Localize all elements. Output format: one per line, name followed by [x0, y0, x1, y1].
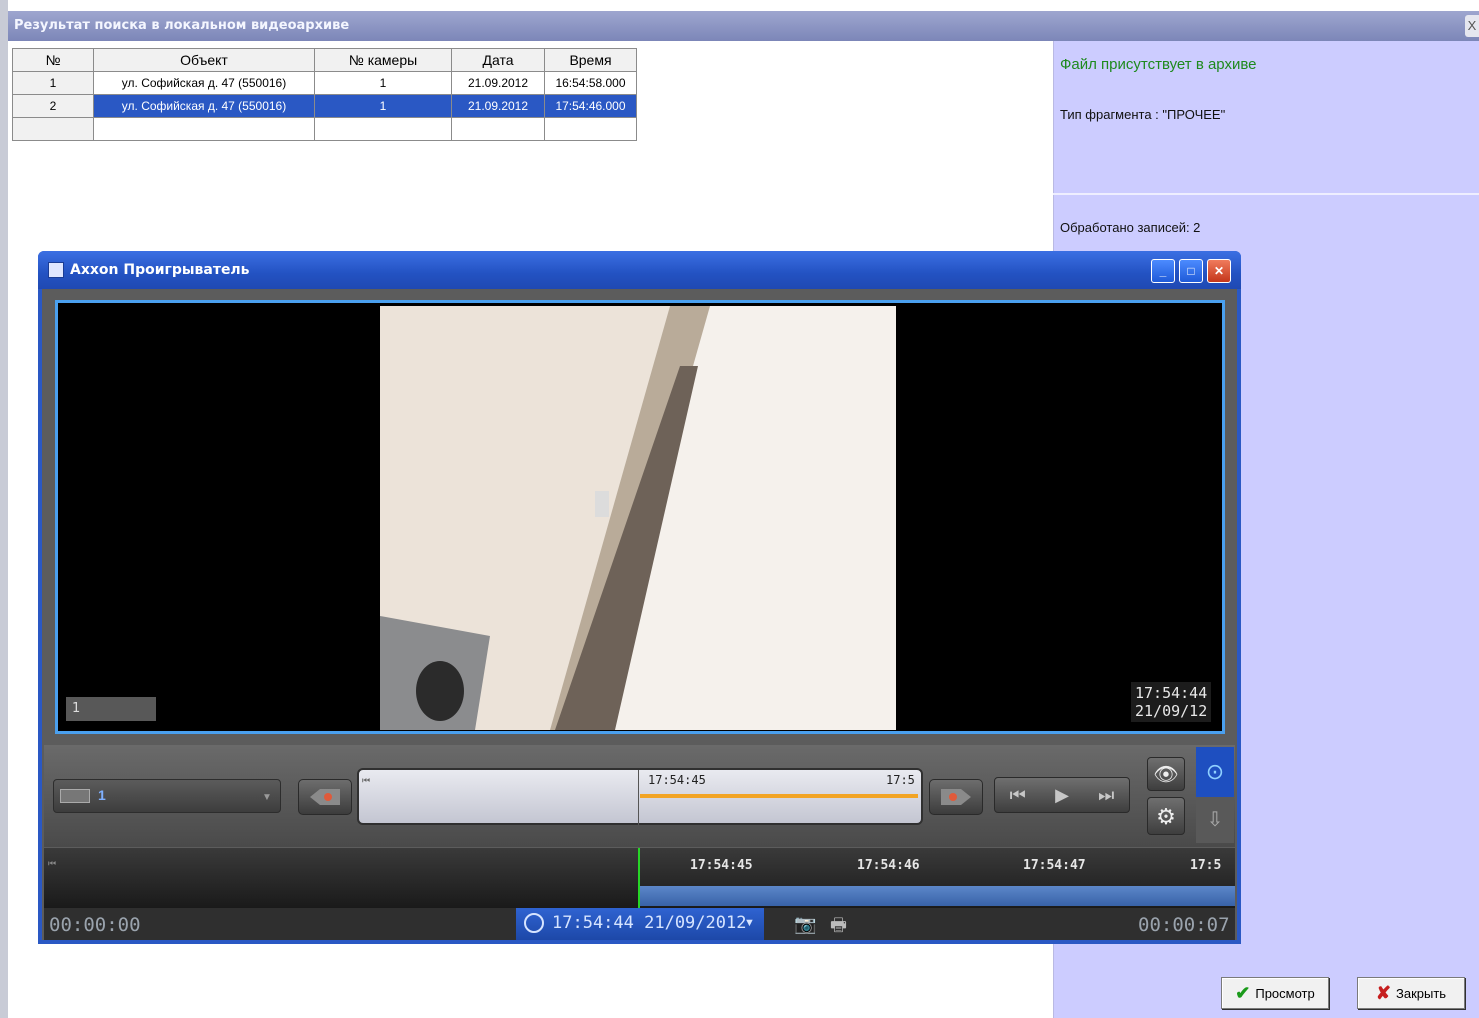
skip-to-start-icon[interactable]: ⏮	[362, 775, 370, 786]
chevron-down-icon: ▼	[262, 792, 272, 803]
camera-video-image	[380, 306, 896, 730]
checkmark-icon: ✔	[1235, 982, 1251, 1003]
next-event-button[interactable]	[929, 779, 983, 815]
previous-event-icon	[310, 789, 340, 805]
row-date[interactable]: 21.09.2012	[451, 71, 545, 95]
maximize-icon[interactable]: □	[1179, 259, 1203, 283]
window-title: Результат поиска в локальном видеоархиве	[8, 11, 1479, 41]
row-time[interactable]	[544, 117, 637, 141]
camera-icon	[60, 789, 90, 803]
header-object[interactable]: Объект	[93, 48, 315, 72]
main-timeline-recording	[638, 886, 1235, 906]
play-icon[interactable]: ▶	[1055, 785, 1069, 806]
row-num[interactable]: 1	[12, 71, 94, 95]
table-row-selected[interactable]: 2 ул. Софийская д. 47 (550016) 1 21.09.2…	[12, 94, 637, 118]
mini-timeline-cursor[interactable]	[638, 770, 639, 825]
playback-controls: ⏮ ▶ ⏭	[994, 777, 1130, 813]
timeline-tick-label: 17:54:45	[690, 858, 753, 873]
snapshot-camera-icon[interactable]: 📷	[794, 914, 816, 935]
mini-timeline-time: 17:54:45	[648, 773, 706, 787]
minimize-icon[interactable]: _	[1151, 259, 1175, 283]
table-row[interactable]: 1 ул. Софийская д. 47 (550016) 1 21.09.2…	[12, 71, 637, 95]
results-table: № Объект № камеры Дата Время 1 ул. Софий…	[12, 48, 637, 141]
close-button-label: Закрыть	[1396, 985, 1447, 1001]
row-camera[interactable]	[314, 117, 452, 141]
video-overlay-time: 17:54:44	[1135, 684, 1208, 702]
print-icon[interactable]: 🖶	[830, 913, 847, 943]
row-object[interactable]: ул. Софийская д. 47 (550016)	[93, 71, 315, 95]
video-timestamp-overlay: 17:54:44 21/09/12	[1131, 682, 1211, 722]
header-camera[interactable]: № камеры	[314, 48, 452, 72]
cross-icon: ✘	[1375, 982, 1391, 1003]
row-object[interactable]	[93, 117, 315, 141]
mini-timeline-recording	[640, 794, 918, 798]
row-time[interactable]: 16:54:58.000	[544, 71, 637, 95]
row-date[interactable]	[451, 117, 545, 141]
time-start: 00:00:00	[49, 914, 141, 936]
player-app-icon	[48, 262, 64, 278]
skip-to-start-icon[interactable]: ⏮	[48, 858, 56, 869]
step-forward-icon[interactable]: ⏭	[1098, 785, 1114, 806]
row-num[interactable]: 2	[12, 94, 94, 118]
timeline-tick-label: 17:54:46	[857, 858, 920, 873]
main-timeline-cursor[interactable]	[638, 848, 640, 908]
view-button[interactable]: ✔ Просмотр	[1221, 977, 1329, 1009]
window-left-edge	[0, 0, 8, 1018]
close-button[interactable]: ✘ Закрыть	[1357, 977, 1465, 1009]
header-time[interactable]: Время	[544, 48, 637, 72]
playback-mode-icon[interactable]: ⊙	[1196, 747, 1234, 797]
header-num[interactable]: №	[12, 48, 94, 72]
timeline-tick-label: 17:54:47	[1023, 858, 1086, 873]
mini-timeline-time-end: 17:5	[886, 773, 915, 787]
fragment-type-text: Тип фрагмента : "ПРОЧЕЕ"	[1060, 107, 1226, 122]
window-close-button[interactable]: X	[1465, 15, 1479, 37]
header-date[interactable]: Дата	[451, 48, 545, 72]
datetime-value: 17:54:44 21/09/2012	[552, 913, 747, 933]
video-overlay-date: 21/09/12	[1135, 702, 1208, 720]
timeline-tick-label: 17:5	[1190, 858, 1222, 873]
eye-icon[interactable]: 👁	[1147, 757, 1185, 791]
row-time[interactable]: 17:54:46.000	[544, 94, 637, 118]
processed-count-text: Обработано записей: 2	[1060, 220, 1201, 235]
row-num[interactable]	[12, 117, 94, 141]
export-icon[interactable]: ⇩	[1196, 797, 1234, 843]
previous-event-button[interactable]	[298, 779, 352, 815]
player-title: Axxon Проигрыватель	[70, 262, 250, 278]
camera-number-label: 1	[66, 697, 156, 721]
table-row-empty[interactable]	[12, 117, 637, 141]
gear-icon[interactable]: ⚙	[1147, 797, 1185, 835]
row-object[interactable]: ул. Софийская д. 47 (550016)	[93, 94, 315, 118]
row-camera[interactable]: 1	[314, 71, 452, 95]
view-button-label: Просмотр	[1255, 985, 1315, 1001]
close-icon[interactable]: ✕	[1207, 259, 1231, 283]
chevron-down-icon[interactable]: ▼	[744, 917, 755, 929]
table-header-row: № Объект № камеры Дата Время	[12, 48, 637, 72]
time-end: 00:00:07	[1138, 914, 1230, 936]
step-back-icon[interactable]: ⏮	[1010, 785, 1026, 806]
camera-select-value: 1	[98, 787, 106, 803]
row-date[interactable]: 21.09.2012	[451, 94, 545, 118]
file-status-text: Файл присутствует в архиве	[1060, 56, 1257, 73]
row-camera[interactable]: 1	[314, 94, 452, 118]
next-event-icon	[941, 789, 971, 805]
clock-icon	[524, 913, 544, 933]
